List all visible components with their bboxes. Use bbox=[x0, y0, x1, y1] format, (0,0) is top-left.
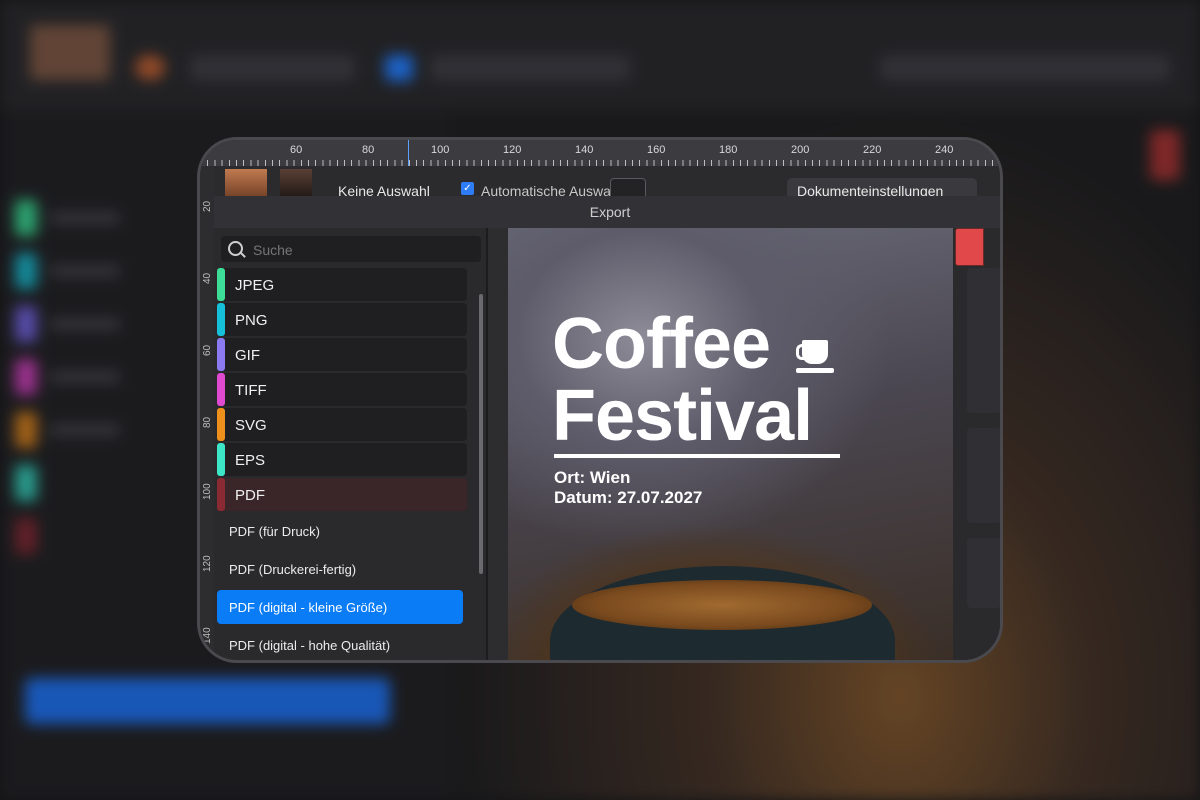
format-color-swatch bbox=[217, 338, 225, 371]
ruler-label: 140 bbox=[202, 627, 213, 644]
ruler-label: 200 bbox=[791, 144, 810, 156]
preset-label: PDF (digital - hohe Qualität) bbox=[229, 638, 391, 653]
preset-label: PDF (Druckerei-fertig) bbox=[229, 562, 357, 577]
format-label: TIFF bbox=[235, 382, 267, 399]
poster-title: Coffee Festival bbox=[552, 308, 813, 456]
background-field bbox=[430, 55, 630, 81]
format-item-pdf[interactable]: PDF bbox=[217, 478, 467, 511]
ruler-label: 100 bbox=[431, 144, 450, 156]
poster-title-line2: Festival bbox=[552, 376, 813, 456]
background-thumbnail bbox=[30, 25, 110, 80]
format-color-swatch bbox=[217, 478, 225, 511]
background-text bbox=[50, 265, 120, 277]
preset-pdf-digital-small[interactable]: PDF (digital - kleine Größe) bbox=[217, 590, 463, 624]
format-color-swatch bbox=[217, 443, 225, 476]
poster-title-line1: Coffee bbox=[552, 304, 771, 384]
format-item-png[interactable]: PNG bbox=[217, 303, 467, 336]
page-marker[interactable] bbox=[955, 228, 984, 266]
cup-body bbox=[802, 340, 828, 364]
background-swatch bbox=[15, 306, 37, 342]
background-checkbox bbox=[385, 55, 413, 81]
format-label: PDF bbox=[235, 487, 265, 504]
search-box[interactable] bbox=[221, 236, 481, 264]
format-label: GIF bbox=[235, 347, 260, 364]
page-thumbnail[interactable] bbox=[967, 538, 1000, 608]
background-swatch bbox=[15, 518, 37, 554]
background-text bbox=[50, 212, 120, 224]
page-thumbnail[interactable] bbox=[967, 268, 1000, 413]
background-icon bbox=[135, 55, 165, 80]
background-field bbox=[190, 55, 355, 81]
background-swatch bbox=[15, 465, 37, 501]
ruler-label: 160 bbox=[647, 144, 666, 156]
format-label: PNG bbox=[235, 312, 268, 329]
ruler-label: 40 bbox=[202, 272, 213, 284]
format-item-gif[interactable]: GIF bbox=[217, 338, 467, 371]
format-color-swatch bbox=[217, 268, 225, 301]
ruler-label: 80 bbox=[362, 144, 375, 156]
format-item-jpeg[interactable]: JPEG bbox=[217, 268, 467, 301]
format-item-eps[interactable]: EPS bbox=[217, 443, 467, 476]
auto-select-checkbox[interactable]: ✓ bbox=[461, 182, 474, 195]
format-item-svg[interactable]: SVG bbox=[217, 408, 467, 441]
background-swatch bbox=[15, 253, 37, 289]
cup-saucer bbox=[796, 368, 834, 373]
ruler-label: 140 bbox=[575, 144, 594, 156]
ruler-label: 60 bbox=[290, 144, 303, 156]
poster-preview: Coffee Festival Ort: Wien Datum: 27.07.2… bbox=[508, 228, 953, 660]
format-item-tiff[interactable]: TIFF bbox=[217, 373, 467, 406]
preset-label: PDF (für Druck) bbox=[229, 524, 320, 539]
poster-date: Datum: 27.07.2027 bbox=[554, 488, 703, 507]
preset-pdf-digital-high[interactable]: PDF (digital - hohe Qualität) bbox=[217, 628, 463, 660]
horizontal-ruler[interactable]: 60 80 100 120 140 160 180 200 220 240 bbox=[200, 140, 1000, 166]
coffee-cup-icon bbox=[796, 340, 834, 374]
search-icon bbox=[228, 241, 243, 256]
format-color-swatch bbox=[217, 303, 225, 336]
coffee-cup-image bbox=[550, 566, 895, 660]
context-toolbar: Keine Auswahl ✓ Automatische Auswahl: Do… bbox=[200, 166, 1000, 202]
ruler-label: 240 bbox=[935, 144, 954, 156]
ruler-label: 100 bbox=[202, 483, 213, 500]
ruler-label: 20 bbox=[202, 200, 213, 212]
vertical-ruler[interactable]: 20 40 60 80 100 120 140 bbox=[200, 166, 214, 660]
background-text bbox=[50, 318, 120, 330]
format-list: JPEG PNG GIF TIFF SVG EPS PDF PDF (für D… bbox=[214, 268, 489, 660]
background-text bbox=[50, 424, 120, 436]
poster-location: Ort: Wien bbox=[554, 468, 631, 487]
background-swatch bbox=[15, 412, 37, 448]
ruler-label: 180 bbox=[719, 144, 738, 156]
background-marker bbox=[1150, 130, 1180, 180]
format-list-scrollbar[interactable] bbox=[479, 294, 483, 574]
background-swatch bbox=[15, 359, 37, 395]
title-underline bbox=[554, 454, 840, 458]
dialog-title: Export bbox=[214, 196, 1000, 228]
export-dialog: Export JPEG PNG GIF TIFF bbox=[214, 196, 1000, 660]
ruler-label: 60 bbox=[202, 344, 213, 356]
background-text bbox=[50, 371, 120, 383]
ruler-label: 120 bbox=[202, 555, 213, 572]
page-strip bbox=[953, 228, 1000, 660]
poster-meta: Ort: Wien Datum: 27.07.2027 bbox=[554, 468, 702, 508]
format-label: EPS bbox=[235, 452, 266, 469]
ruler-label: 120 bbox=[503, 144, 522, 156]
export-preview: Coffee Festival Ort: Wien Datum: 27.07.2… bbox=[488, 228, 1000, 660]
ruler-label: 220 bbox=[863, 144, 882, 156]
background-selected-row bbox=[25, 678, 390, 724]
preset-pdf-printshop[interactable]: PDF (Druckerei-fertig) bbox=[217, 552, 463, 586]
background-field bbox=[880, 55, 1170, 81]
preset-label: PDF (digital - kleine Größe) bbox=[229, 600, 388, 615]
background-swatch bbox=[15, 200, 37, 236]
ruler-label: 80 bbox=[202, 416, 213, 428]
format-label: SVG bbox=[235, 417, 267, 434]
format-label: JPEG bbox=[235, 277, 275, 294]
search-input[interactable] bbox=[251, 236, 475, 264]
focus-card: 60 80 100 120 140 160 180 200 220 240 Ke… bbox=[197, 137, 1003, 663]
format-color-swatch bbox=[217, 373, 225, 406]
ruler-cursor-marker bbox=[408, 140, 409, 166]
format-color-swatch bbox=[217, 408, 225, 441]
preset-pdf-print[interactable]: PDF (für Druck) bbox=[217, 514, 463, 548]
page-thumbnail[interactable] bbox=[967, 428, 1000, 523]
